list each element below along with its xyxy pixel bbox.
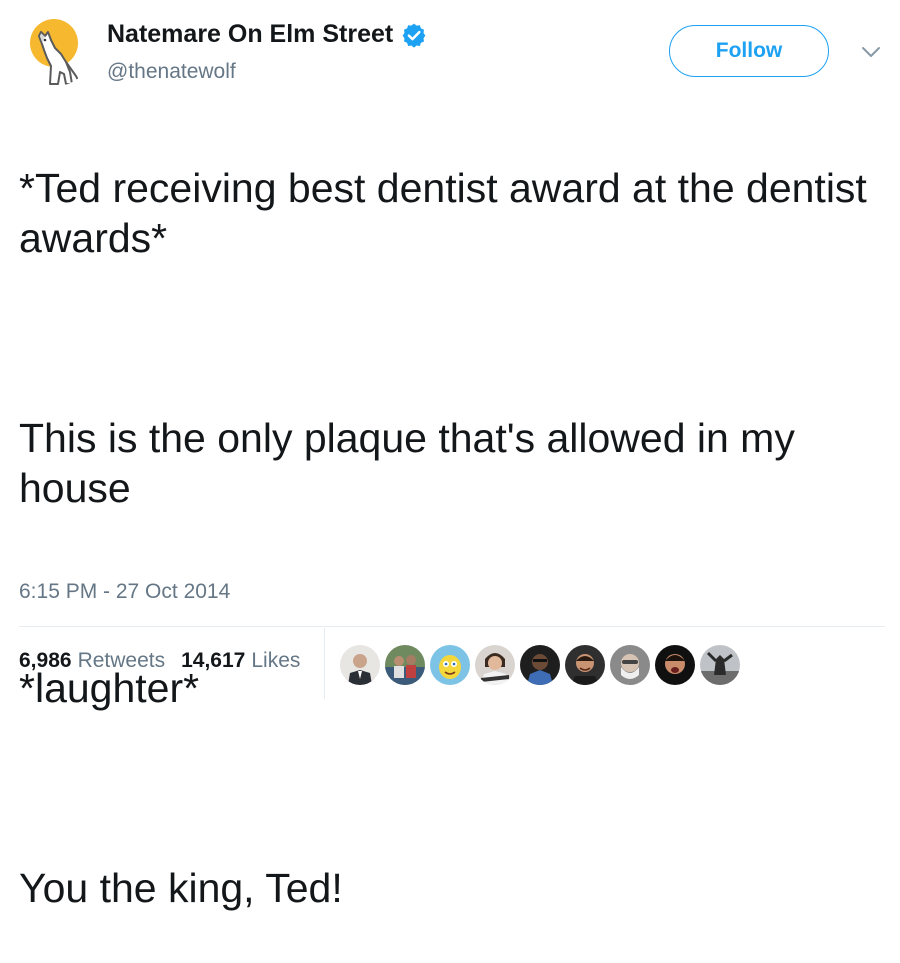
tweet-paragraph: You the king, Ted! bbox=[19, 865, 343, 911]
display-name[interactable]: Natemare On Elm Street bbox=[107, 20, 393, 49]
tweet-text: *Ted receiving best dentist award at the… bbox=[19, 113, 879, 963]
liker-avatar[interactable] bbox=[385, 645, 425, 685]
chevron-down-icon[interactable] bbox=[860, 44, 882, 60]
tweet-paragraph: This is the only plaque that's allowed i… bbox=[19, 415, 795, 511]
liker-avatar[interactable] bbox=[340, 645, 380, 685]
likes-label: Likes bbox=[251, 649, 301, 672]
howling-wolf-moon-icon bbox=[30, 19, 81, 85]
likes-stat[interactable]: 14,617 Likes bbox=[181, 649, 300, 673]
stats-divider bbox=[324, 628, 325, 699]
tweet-timestamp[interactable]: 6:15 PM - 27 Oct 2014 bbox=[19, 580, 230, 604]
likes-count: 14,617 bbox=[181, 649, 246, 672]
follow-button[interactable]: Follow bbox=[669, 25, 829, 77]
retweets-stat[interactable]: 6,986 Retweets bbox=[19, 649, 165, 673]
retweets-count: 6,986 bbox=[19, 649, 72, 672]
name-row: Natemare On Elm Street bbox=[107, 20, 427, 49]
liker-avatars bbox=[340, 645, 740, 685]
tweet-card: Natemare On Elm Street @thenatewolf Foll… bbox=[0, 0, 900, 911]
tweet-stats: 6,986 Retweets 14,617 Likes bbox=[19, 649, 316, 673]
liker-avatar[interactable] bbox=[430, 645, 470, 685]
tweet-paragraph: *Ted receiving best dentist award at the… bbox=[19, 165, 867, 261]
liker-avatar[interactable] bbox=[565, 645, 605, 685]
avatar[interactable] bbox=[20, 14, 92, 86]
liker-avatar[interactable] bbox=[610, 645, 650, 685]
liker-avatar[interactable] bbox=[655, 645, 695, 685]
liker-avatar[interactable] bbox=[475, 645, 515, 685]
divider bbox=[19, 626, 885, 627]
verified-badge-icon bbox=[401, 22, 427, 48]
retweets-label: Retweets bbox=[77, 649, 166, 672]
liker-avatar[interactable] bbox=[520, 645, 560, 685]
liker-avatar[interactable] bbox=[700, 645, 740, 685]
user-handle[interactable]: @thenatewolf bbox=[107, 60, 236, 84]
